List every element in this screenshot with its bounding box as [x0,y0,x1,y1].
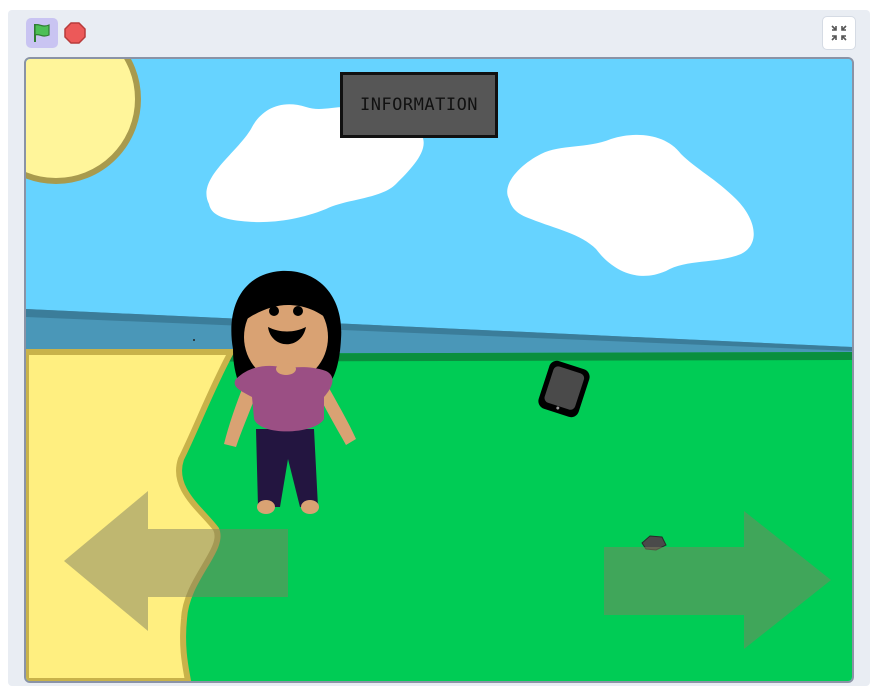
girl-left-foot [257,500,275,514]
information-button[interactable]: INFORMATION [340,72,498,138]
girl-right-foot [301,500,319,514]
girl-left-eye [269,306,279,316]
stop-button[interactable] [63,21,87,45]
game-stage[interactable]: INFORMATION [24,57,854,683]
stop-sign-icon [64,22,86,44]
stage-window: INFORMATION [8,10,870,686]
stage-scene [26,59,852,681]
exit-fullscreen-icon [831,25,847,41]
exit-fullscreen-button[interactable] [822,16,856,50]
green-flag-button[interactable] [26,18,58,48]
tiny-speck [193,339,195,341]
girl-collar [276,363,296,375]
girl-right-eye [293,306,303,316]
stage-toolbar [8,10,870,56]
green-flag-icon [34,23,50,42]
